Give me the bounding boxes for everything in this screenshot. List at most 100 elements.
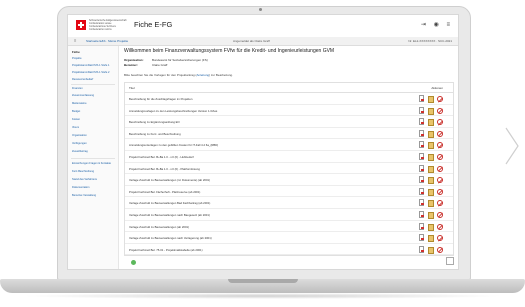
pdf-icon[interactable] — [419, 187, 424, 195]
sidebar-item[interactable]: Dokumentation — [72, 186, 89, 189]
edit-icon[interactable] — [428, 199, 434, 208]
pdf-icon[interactable] — [419, 152, 424, 160]
delete-icon[interactable] — [437, 211, 443, 218]
row-title[interactable]: Projekt Fachmeil Bel. B+Ba 1.0 - v.0 (0)… — [129, 155, 194, 159]
sidebar-item[interactable]: Verfügungen — [72, 142, 87, 145]
edit-icon[interactable] — [428, 223, 434, 231]
edit-icon[interactable] — [428, 165, 434, 173]
sidebar-item[interactable]: Stand des Verfahrens — [72, 178, 97, 181]
edit-icon[interactable] — [428, 246, 434, 254]
delete-icon[interactable] — [437, 200, 443, 207]
sidebar-item[interactable]: Zusammenfassung — [72, 94, 94, 97]
delete-icon[interactable] — [437, 246, 443, 253]
pdf-icon[interactable] — [419, 129, 424, 137]
delete-icon[interactable] — [437, 223, 443, 230]
sidebar-item-fiche[interactable]: Fiche — [72, 50, 80, 54]
row-title[interactable]: Anmeldungsunterlagen zu den gefüllten Ko… — [129, 143, 218, 147]
sidebar-item[interactable]: Ressourcenbedarf — [72, 78, 93, 81]
sidebar: Fiche Projekte Projektstammblatt PZA 1 S… — [68, 46, 119, 269]
swiss-flag-logo — [76, 20, 86, 30]
edit-icon[interactable] — [428, 176, 434, 185]
table-row: Verlage Zuschuß zu Bauverwaltungen (rd. … — [125, 174, 453, 186]
pdf-icon[interactable] — [419, 176, 424, 184]
edit-icon[interactable] — [428, 211, 434, 219]
sidebar-item[interactable]: Kosten — [72, 118, 80, 121]
row-title[interactable]: Projekt Fachmeil Bel. Fächerheft - Platz… — [129, 190, 200, 194]
edit-icon[interactable] — [428, 234, 434, 243]
sidebar-item[interactable]: Projekte — [72, 57, 82, 60]
add-icon[interactable] — [131, 260, 136, 265]
sidebar-item[interactable]: Visum — [72, 126, 79, 129]
menu-icon[interactable]: ≡ — [446, 22, 450, 28]
delete-icon[interactable] — [437, 119, 443, 126]
note-prefix: Bitte beachten Sie die Vorlagen für den … — [124, 73, 197, 77]
row-title[interactable]: Verlage Zuschuß zu Bauverwaltungen nach … — [129, 236, 212, 240]
row-title[interactable]: Verlage Zuschuß zu Bauverwaltungen nach … — [129, 213, 210, 217]
pdf-icon[interactable] — [419, 210, 424, 218]
pdf-icon[interactable] — [419, 245, 424, 253]
resize-icon[interactable] — [446, 257, 454, 265]
row-title[interactable]: Beschreibung zu Ergänzungsanhang EO — [129, 120, 180, 124]
documents-table: Titel Aktionen Beschreibung für die Zusc… — [124, 82, 454, 257]
delete-icon[interactable] — [437, 165, 443, 172]
table-row: Beschreibung zu Kurz- und Beschreibung — [125, 128, 453, 140]
delete-icon[interactable] — [437, 188, 443, 195]
pdf-icon[interactable] — [419, 141, 424, 149]
pdf-icon[interactable] — [419, 118, 424, 126]
row-actions — [419, 234, 445, 243]
edit-icon[interactable] — [428, 188, 434, 196]
row-title[interactable]: Verlage Zuschuß zu Bauverwaltungen (rd. … — [129, 178, 210, 182]
delete-icon[interactable] — [437, 153, 443, 160]
hamburger-icon[interactable]: ≡ — [74, 38, 76, 43]
sidebar-divider — [71, 84, 115, 85]
user-icon[interactable]: ◉ — [434, 22, 439, 28]
breadcrumb[interactable]: Startseite E&S · Meine Projekte — [86, 39, 128, 43]
row-title[interactable]: Anmeldungsvorlagen zu den Leistungsbesch… — [129, 109, 217, 113]
pdf-icon[interactable] — [419, 95, 424, 102]
sidebar-item[interactable]: Zusatzbeitrag — [72, 150, 88, 153]
sidebar-item[interactable]: Einreichungen Fragen & Kontakte — [72, 162, 111, 165]
row-actions — [419, 164, 445, 173]
row-title[interactable]: Beschreibung zu Kurz- und Beschreibung — [129, 132, 181, 136]
sidebar-item[interactable]: Budget — [72, 110, 80, 113]
sidebar-item[interactable]: Projektstammblatt PZA 1 Stufe 1 — [72, 64, 109, 67]
table-row: Beschreibung für die Zuschlagsfragen im … — [125, 93, 453, 105]
pdf-icon[interactable] — [419, 222, 424, 230]
delete-icon[interactable] — [437, 235, 443, 242]
sidebar-item[interactable]: Organisation — [72, 134, 87, 137]
edit-icon[interactable] — [428, 107, 434, 115]
logout-icon[interactable]: ⇥ — [421, 22, 426, 28]
row-title[interactable]: Verlage Zuschuß zu Bauverwaltungen Bad F… — [129, 201, 210, 205]
delete-icon[interactable] — [437, 96, 443, 102]
note-link[interactable]: Anleitung — [197, 73, 210, 77]
row-title[interactable]: Verlage Zuschuß zu Bauverwaltungen (ab 2… — [129, 225, 189, 229]
sidebar-item[interactable]: Projektstammblatt PZA 1 Stufe 2 — [72, 71, 109, 74]
column-title: Titel — [129, 86, 135, 90]
chevron-right-icon[interactable] — [504, 126, 520, 166]
row-title[interactable]: Beschreibung für die Zuschlagsfragen im … — [129, 97, 192, 101]
pdf-icon[interactable] — [419, 164, 424, 172]
delete-icon[interactable] — [437, 177, 443, 184]
row-title[interactable]: Projekt Fachmeil Bel. B+Ba 1.0 - v.0 (0)… — [129, 167, 200, 171]
edit-icon[interactable] — [428, 118, 434, 127]
delete-icon[interactable] — [437, 107, 443, 114]
government-lines: Schweizerische Eidgenossenschaft Confédé… — [89, 19, 127, 31]
laptop-notch — [228, 279, 298, 283]
table-row: Anmeldungsunterlagen zu den gefüllten Ko… — [125, 139, 453, 151]
edit-icon[interactable] — [428, 130, 434, 138]
pdf-icon[interactable] — [419, 234, 424, 242]
sidebar-item[interactable]: Finanzen — [72, 87, 83, 90]
sidebar-item[interactable]: Benutzer-Verwaltung — [72, 194, 96, 197]
delete-icon[interactable] — [437, 142, 443, 149]
pdf-icon[interactable] — [419, 106, 424, 114]
column-actions: Aktionen — [431, 86, 443, 90]
table-row: Beschreibung zu Ergänzungsanhang EO — [125, 116, 453, 128]
edit-icon[interactable] — [428, 95, 434, 103]
sidebar-item[interactable]: Meilensteine — [72, 102, 87, 105]
edit-icon[interactable] — [428, 141, 434, 150]
sidebar-item[interactable]: Kurz-Beschreibung — [72, 170, 94, 173]
edit-icon[interactable] — [428, 153, 434, 161]
pdf-icon[interactable] — [419, 199, 424, 207]
delete-icon[interactable] — [437, 130, 443, 137]
row-title[interactable]: Projekt Fachmeil Bel. 75-01 - Projektmaß… — [129, 248, 203, 252]
